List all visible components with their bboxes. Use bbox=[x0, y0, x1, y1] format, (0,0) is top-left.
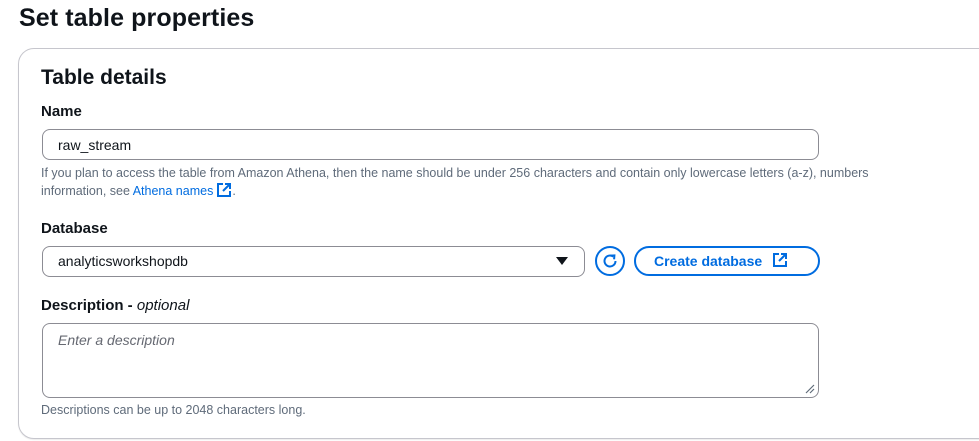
create-database-label: Create database bbox=[654, 253, 763, 269]
refresh-button[interactable] bbox=[595, 246, 625, 276]
name-hint-prefix: information, see bbox=[41, 184, 133, 198]
create-database-button[interactable]: Create database bbox=[634, 246, 820, 276]
external-link-icon bbox=[216, 182, 232, 203]
panel-title: Table details bbox=[41, 66, 167, 89]
description-optional-tag: optional bbox=[136, 297, 190, 314]
athena-names-link[interactable]: Athena names bbox=[132, 183, 233, 198]
database-select[interactable]: analyticsworkshopdb bbox=[42, 246, 585, 277]
database-label: Database bbox=[41, 220, 108, 237]
page-title: Set table properties bbox=[19, 4, 255, 32]
description-hint: Descriptions can be up to 2048 character… bbox=[41, 403, 306, 417]
database-selected-value: analyticsworkshopdb bbox=[58, 253, 188, 269]
refresh-icon bbox=[603, 254, 617, 268]
description-textarea[interactable] bbox=[42, 323, 819, 398]
name-hint-line2: information, see Athena names. bbox=[41, 182, 236, 203]
description-label: Description - optional bbox=[41, 297, 189, 314]
table-details-panel: Table details Name If you plan to access… bbox=[18, 48, 979, 439]
name-input[interactable] bbox=[42, 129, 819, 160]
name-hint-suffix: . bbox=[232, 184, 236, 198]
athena-names-link-label: Athena names bbox=[132, 184, 214, 198]
name-hint-line1: If you plan to access the table from Ama… bbox=[41, 166, 869, 180]
external-link-icon bbox=[772, 250, 788, 276]
description-label-text: Description - bbox=[41, 297, 137, 314]
caret-down-icon bbox=[556, 257, 568, 265]
name-label: Name bbox=[41, 103, 82, 120]
resize-grip-icon[interactable] bbox=[803, 382, 815, 394]
